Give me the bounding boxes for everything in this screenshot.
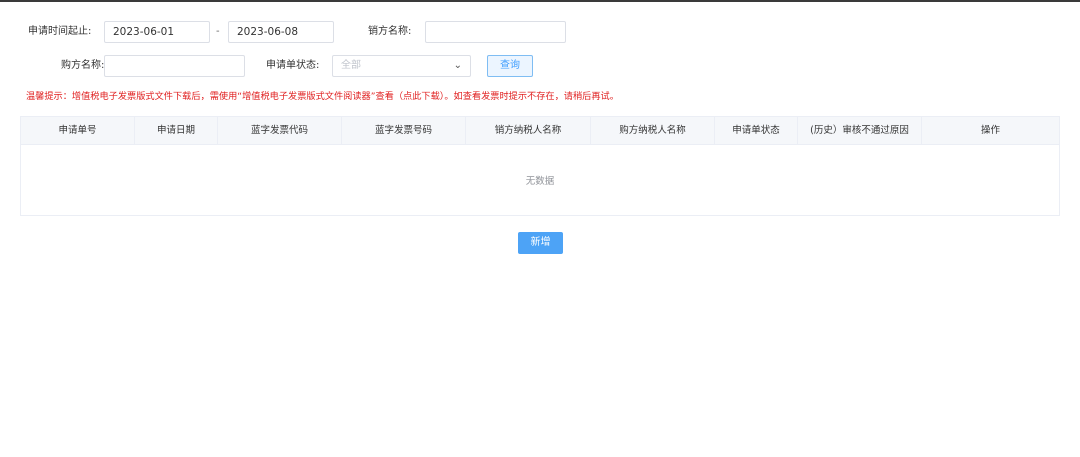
column-header: 操作 (980, 125, 1000, 136)
status-select-value: 全部 (341, 60, 361, 71)
column-header: 申请单号 (21, 117, 135, 144)
date-range-label: 申请时间起止: (28, 26, 92, 37)
query-button[interactable]: 查询 (487, 55, 533, 77)
chevron-down-icon: ⌄ (453, 60, 462, 71)
column-header: 销方纳税人名称 (466, 117, 591, 144)
add-button[interactable]: 新增 (518, 232, 563, 254)
column-header: 蓝字发票代码 (218, 117, 342, 144)
date-separator: - (216, 26, 220, 37)
date-start-input[interactable] (104, 21, 210, 43)
seller-name-input[interactable] (425, 21, 566, 43)
column-header: (历史）审核不通过原因 (798, 117, 922, 144)
column-header: 申请日期 (135, 117, 218, 144)
top-border (0, 0, 1080, 2)
seller-name-label: 销方名称: (368, 26, 412, 37)
empty-state-text: 无数据 (525, 176, 555, 187)
column-header: 购方纳税人名称 (591, 117, 715, 144)
status-select[interactable]: 全部 ⌄ (332, 55, 471, 77)
column-header: 蓝字发票号码 (342, 117, 466, 144)
status-label: 申请单状态: (266, 60, 320, 71)
buyer-name-input[interactable] (104, 55, 245, 77)
column-header: 申请单状态 (715, 117, 798, 144)
table-header: 申请单号 申请日期 蓝字发票代码 蓝字发票号码 销方纳税人名称 购方纳税人名称 … (21, 117, 1059, 145)
results-table: 申请单号 申请日期 蓝字发票代码 蓝字发票号码 销方纳税人名称 购方纳税人名称 … (20, 116, 1060, 216)
buyer-name-label: 购方名称: (61, 60, 105, 71)
date-end-input[interactable] (228, 21, 334, 43)
warning-notice: 温馨提示：增值税电子发票版式文件下载后，需使用“增值税电子发票版式文件阅读器”查… (26, 91, 619, 102)
